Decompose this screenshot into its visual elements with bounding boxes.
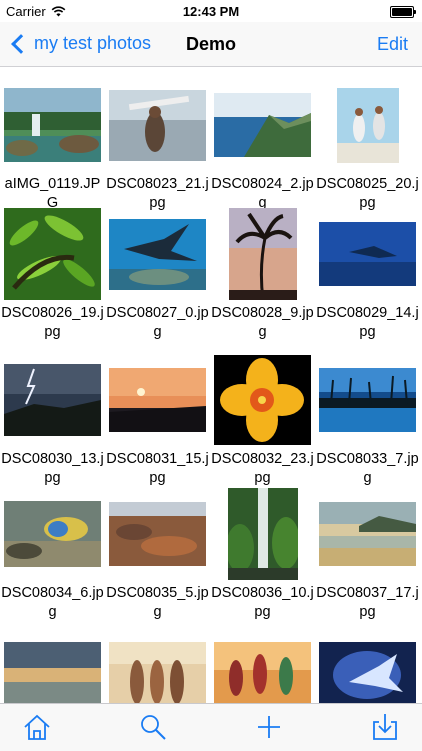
page-title: Demo (185, 34, 236, 54)
photo-filename: DSC08032_23.jpg (211, 451, 314, 486)
photo-thumbnail[interactable] (4, 88, 101, 162)
photo-thumbnail[interactable] (109, 502, 206, 566)
photo-filename: DSC08035_5.jpg (106, 585, 209, 620)
photo-thumbnail[interactable] (319, 502, 416, 566)
photo-thumbnail[interactable] (319, 642, 416, 703)
photo-thumbnail[interactable] (227, 488, 298, 580)
home-icon[interactable] (22, 712, 52, 742)
photo-filename: DSC08033_7.jpg (316, 451, 419, 486)
photo-thumbnail[interactable] (4, 501, 101, 567)
photo-thumbnail[interactable] (109, 218, 206, 290)
photo-thumbnail[interactable] (109, 89, 206, 161)
photo-thumbnail[interactable] (319, 368, 416, 432)
photo-filename: DSC08026_19.jpg (1, 305, 104, 340)
photo-thumbnail[interactable] (336, 87, 399, 163)
photo-thumbnail[interactable] (4, 364, 101, 436)
photo-thumbnail[interactable] (319, 222, 416, 286)
photo-filename: DSC08031_15.jpg (106, 451, 209, 486)
photo-thumbnail[interactable] (214, 355, 311, 445)
photo-filename: DSC08036_10.jpg (211, 585, 314, 620)
photo-grid[interactable]: aIMG_0119.JPG DSC08023_21.jpg DSC08024_2… (0, 67, 422, 703)
photo-filename: DSC08034_6.jpg (1, 585, 104, 620)
photo-thumbnail[interactable] (4, 642, 101, 703)
photo-thumbnail[interactable] (214, 642, 311, 703)
photo-thumbnail[interactable] (228, 208, 297, 300)
download-icon[interactable] (370, 712, 400, 742)
battery-icon (390, 6, 416, 18)
add-icon[interactable] (254, 712, 284, 742)
photo-thumbnail[interactable] (109, 642, 206, 703)
status-time: 12:43 PM (182, 4, 240, 19)
status-bar: Carrier 12:43 PM (0, 0, 422, 22)
photo-thumbnail[interactable] (214, 93, 311, 157)
edit-button[interactable]: Edit (377, 34, 408, 55)
navigation-bar: my test photos Demo Edit (0, 22, 422, 67)
photo-filename: DSC08029_14.jpg (316, 305, 419, 340)
photo-filename: DSC08030_13.jpg (1, 451, 104, 486)
search-icon[interactable] (138, 712, 168, 742)
photo-filename: DSC08028_9.jpg (211, 305, 314, 340)
tab-bar (0, 703, 422, 751)
photo-thumbnail[interactable] (4, 208, 101, 300)
photo-thumbnail[interactable] (109, 368, 206, 432)
photo-filename: DSC08037_17.jpg (316, 585, 419, 620)
photo-filename: DSC08027_0.jpg (106, 305, 209, 340)
